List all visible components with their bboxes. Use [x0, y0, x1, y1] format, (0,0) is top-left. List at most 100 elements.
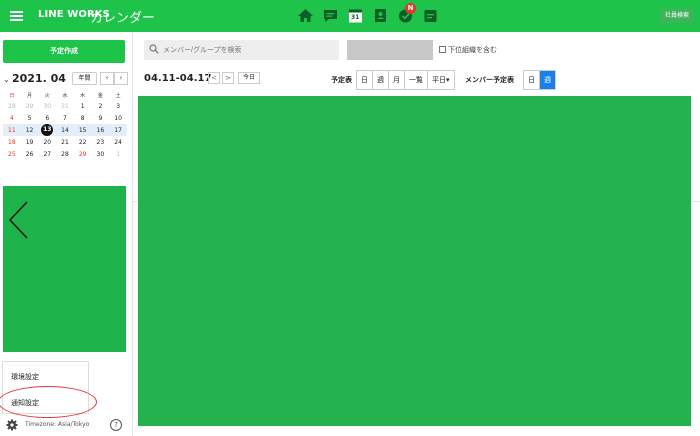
help-icon[interactable]: ? [110, 419, 122, 431]
day-cell[interactable]: 6 [38, 112, 56, 124]
day-cell[interactable]: 12 [20, 124, 39, 136]
sidebar-panel [3, 186, 126, 352]
include-sub-org-label: 下位組織を含む [448, 46, 497, 54]
next-month-button[interactable]: › [114, 72, 128, 85]
year-view-button[interactable]: 年間 [72, 72, 97, 85]
mini-calendar-header: ⌄ 2021. 04 年間 ‹ › [3, 72, 129, 86]
day-cell[interactable]: 18 [3, 136, 21, 148]
current-week-row: 11 12 13 14 15 16 17 [3, 124, 127, 136]
chat-icon[interactable] [322, 7, 339, 24]
day-cell[interactable]: 8 [74, 112, 92, 124]
prev-week-button[interactable]: < [208, 72, 220, 84]
day-cell[interactable]: 4 [3, 112, 21, 124]
app-nav: 31 N [297, 3, 439, 24]
day-cell[interactable]: 20 [38, 136, 56, 148]
day-cell[interactable]: 29 [74, 148, 92, 160]
home-icon[interactable] [297, 7, 314, 24]
app-title: カレンダー [90, 11, 156, 26]
day-cell[interactable]: 24 [109, 136, 127, 148]
day-cell[interactable]: 30 [92, 148, 110, 160]
today-marker: 13 [41, 124, 54, 136]
create-event-button[interactable]: 予定作成 [3, 40, 125, 63]
day-cell[interactable]: 14 [56, 124, 74, 136]
member-search [144, 40, 339, 60]
search-input[interactable] [163, 40, 333, 60]
collapse-chevron-icon[interactable]: ⌄ [3, 75, 10, 84]
today-cell[interactable]: 13 [38, 124, 57, 136]
weekday-dropdown[interactable]: 平日▾ [428, 71, 454, 89]
day-cell[interactable]: 17 [109, 124, 127, 136]
directory-search-button[interactable]: 社員検索 [659, 9, 694, 23]
chevron-left-icon[interactable] [7, 200, 29, 240]
member-schedule-label: メンバー予定表 [465, 76, 514, 84]
selection-placeholder [347, 40, 433, 60]
view-month-tab[interactable]: 月 [389, 71, 405, 89]
day-cell[interactable]: 31 [56, 100, 74, 112]
day-cell[interactable]: 10 [109, 112, 127, 124]
include-sub-org-checkbox[interactable]: 下位組織を含む [439, 45, 497, 55]
environment-settings-item[interactable]: 環境設定 [11, 372, 39, 382]
board-icon[interactable] [422, 7, 439, 24]
day-cell[interactable]: 3 [109, 100, 127, 112]
day-cell[interactable]: 15 [73, 124, 92, 136]
day-cell[interactable]: 16 [91, 124, 110, 136]
weekday-label: 土 [115, 92, 121, 99]
timezone-label: Timezone: Asia/Tokyo [25, 421, 90, 428]
date-range-title: 04.11-04.17 [144, 73, 212, 84]
week-row: 18 19 20 21 22 23 24 [3, 136, 127, 148]
week-row: 25 26 27 28 29 30 1 [3, 148, 127, 160]
member-view-day-tab[interactable]: 日 [524, 71, 540, 89]
left-sidebar: 予定作成 ⌄ 2021. 04 年間 ‹ › 日 月 火 水 木 金 土 28 … [0, 32, 133, 436]
day-cell[interactable]: 19 [21, 136, 39, 148]
weekday-label: 金 [97, 92, 103, 99]
schedule-label: 予定表 [331, 76, 352, 84]
day-cell[interactable]: 2 [92, 100, 110, 112]
checkbox-icon [439, 46, 446, 53]
view-switcher: 日 週 月 一覧 平日▾ [356, 70, 455, 90]
gear-icon[interactable] [6, 419, 18, 431]
day-cell[interactable]: 23 [92, 136, 110, 148]
calendar-app: LINE WORKS カレンダー 31 N 社員検索 予定作成 ⌄ 2021. … [0, 0, 700, 436]
top-bar: LINE WORKS カレンダー 31 N 社員検索 [0, 0, 700, 32]
view-list-tab[interactable]: 一覧 [405, 71, 428, 89]
weekday-label: 水 [62, 92, 68, 99]
day-cell[interactable]: 1 [74, 100, 92, 112]
hamburger-menu-icon[interactable] [10, 11, 23, 21]
day-cell[interactable]: 7 [56, 112, 74, 124]
settings-menu: 環境設定 通知設定 [2, 361, 89, 414]
calendar-main-area [138, 96, 691, 426]
view-day-tab[interactable]: 日 [357, 71, 373, 89]
next-week-button[interactable]: > [222, 72, 234, 84]
contacts-icon[interactable] [372, 7, 389, 24]
timezone-row: Timezone: Asia/Tokyo ? [6, 419, 130, 433]
view-week-tab[interactable]: 週 [373, 71, 389, 89]
day-cell[interactable]: 9 [92, 112, 110, 124]
day-cell[interactable]: 5 [21, 112, 39, 124]
task-icon[interactable]: N [397, 3, 416, 24]
day-cell[interactable]: 25 [3, 148, 21, 160]
today-button[interactable]: 今日 [238, 72, 260, 84]
weekday-row: 日 月 火 水 木 金 土 [3, 90, 127, 100]
day-cell[interactable]: 1 [109, 148, 127, 160]
notification-settings-item[interactable]: 通知設定 [11, 398, 39, 408]
day-cell[interactable]: 22 [74, 136, 92, 148]
day-cell[interactable]: 21 [56, 136, 74, 148]
day-cell[interactable]: 11 [3, 124, 21, 136]
weekday-label: 日 [9, 92, 15, 99]
prev-month-button[interactable]: ‹ [100, 72, 114, 85]
day-cell[interactable]: 28 [56, 148, 74, 160]
week-row: 28 29 30 31 1 2 3 [3, 100, 127, 112]
day-cell[interactable]: 30 [38, 100, 56, 112]
day-cell[interactable]: 29 [21, 100, 39, 112]
day-cell[interactable]: 28 [3, 100, 21, 112]
week-row: 4 5 6 7 8 9 10 [3, 112, 127, 124]
weekday-label: 月 [27, 92, 33, 99]
mini-calendar: 日 月 火 水 木 金 土 28 29 30 31 1 2 3 4 5 6 7 … [3, 90, 127, 160]
calendar-icon-day: 31 [351, 14, 360, 21]
day-cell[interactable]: 27 [38, 148, 56, 160]
member-view-week-tab[interactable]: 週 [540, 71, 555, 89]
mini-calendar-title: 2021. 04 [12, 72, 66, 85]
day-cell[interactable]: 26 [21, 148, 39, 160]
notification-badge: N [405, 3, 416, 14]
calendar-icon[interactable]: 31 [347, 7, 364, 24]
